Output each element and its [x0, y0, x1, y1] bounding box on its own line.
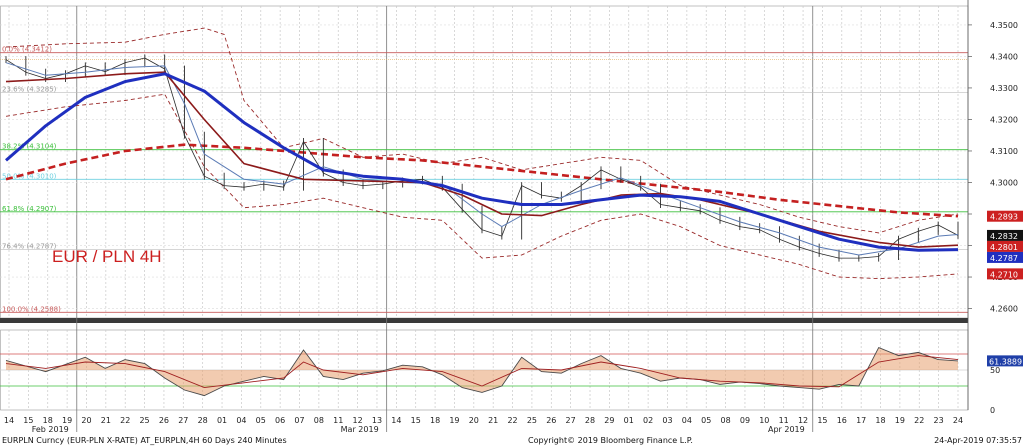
rsi-y-tick-label: 50	[990, 366, 1000, 375]
x-tick-label: 10	[759, 416, 769, 425]
chart-svg: 0.0% (4.3412)23.6% (4.3285)38.2% (4.3104…	[0, 0, 1024, 446]
x-tick-label: 17	[856, 416, 866, 425]
x-tick-label: 03	[662, 416, 672, 425]
y-tick-label: 4.3500	[990, 21, 1018, 30]
chart-annotation: EUR / PLN 4H	[52, 247, 162, 266]
x-tick-label: 27	[178, 416, 188, 425]
x-tick-label: 28	[585, 416, 595, 425]
x-tick-label: 19	[895, 416, 905, 425]
x-tick-label: 21	[488, 416, 498, 425]
x-tick-label: 15	[23, 416, 33, 425]
x-tick-label: 21	[101, 416, 111, 425]
x-tick-label: 19	[449, 416, 459, 425]
x-tick-label: 18	[43, 416, 53, 425]
x-tick-label: 07	[294, 416, 304, 425]
x-tick-label: 20	[81, 416, 91, 425]
last-value-label: 4.2787	[990, 254, 1018, 263]
x-tick-label: 08	[314, 416, 324, 425]
footer-source: EURPLN Curncy (EUR-PLN X-RATE) AT_EURPLN…	[2, 436, 287, 445]
panel-separator	[0, 318, 968, 323]
x-tick-label: 26	[159, 416, 169, 425]
fib-level-label: 61.8% (4.2907)	[2, 205, 57, 213]
x-tick-label: 18	[430, 416, 440, 425]
x-tick-label: 02	[643, 416, 653, 425]
x-tick-label: 26	[546, 416, 556, 425]
x-tick-label: 29	[604, 416, 614, 425]
x-tick-label: 25	[139, 416, 149, 425]
last-value-label: 4.2801	[990, 243, 1018, 252]
x-tick-label: 16	[837, 416, 847, 425]
chart-root: 0.0% (4.3412) 23.6% (4.3285) 38.2% (4.3104…	[0, 0, 1024, 446]
x-tick-label: 23	[934, 416, 944, 425]
rsi-y-tick-label: 0	[990, 406, 995, 415]
month-label: Feb 2019	[32, 425, 69, 434]
x-tick-label: 01	[217, 416, 227, 425]
x-tick-label: 18	[875, 416, 885, 425]
x-tick-label: 14	[391, 416, 401, 425]
x-tick-label: 15	[411, 416, 421, 425]
x-tick-label: 25	[527, 416, 537, 425]
x-tick-label: 20	[469, 416, 479, 425]
fib-level-label: 38.2% (4.3104)	[2, 143, 57, 151]
x-tick-label: 24	[953, 416, 963, 425]
x-tick-label: 22	[507, 416, 517, 425]
x-tick-label: 19	[62, 416, 72, 425]
x-tick-label: 11	[779, 416, 789, 425]
x-tick-label: 22	[120, 416, 130, 425]
x-tick-label: 12	[353, 416, 363, 425]
last-value-label: 4.2832	[990, 232, 1018, 241]
x-tick-label: 01	[624, 416, 634, 425]
x-tick-label: 22	[914, 416, 924, 425]
x-tick-label: 05	[701, 416, 711, 425]
fib-level-label: 100.0% (4.2588)	[2, 305, 61, 313]
footer-timestamp: 24-Apr-2019 07:35:57	[934, 436, 1022, 445]
x-tick-label: 13	[372, 416, 382, 425]
fib-level-label: 76.4% (4.2787)	[2, 243, 57, 251]
x-tick-label: 11	[333, 416, 343, 425]
x-tick-label: 14	[4, 416, 14, 425]
x-tick-label: 04	[682, 416, 692, 425]
x-tick-label: 27	[566, 416, 576, 425]
x-tick-label: 12	[798, 416, 808, 425]
y-tick-label: 4.3300	[990, 84, 1018, 93]
month-label: Apr 2019	[768, 425, 805, 434]
y-tick-label: 4.3100	[990, 147, 1018, 156]
x-tick-label: 08	[720, 416, 730, 425]
y-tick-label: 4.3200	[990, 115, 1018, 124]
x-tick-label: 15	[817, 416, 827, 425]
x-tick-label: 04	[236, 416, 246, 425]
x-tick-label: 09	[740, 416, 750, 425]
page-background	[0, 0, 1024, 446]
y-tick-label: 4.3400	[990, 52, 1018, 61]
x-tick-label: 28	[198, 416, 208, 425]
y-tick-label: 4.3000	[990, 178, 1018, 187]
fib-level-label: 23.6% (4.3285)	[2, 86, 57, 94]
x-tick-label: 06	[275, 416, 285, 425]
footer-copyright: Copyright© 2019 Bloomberg Finance L.P.	[528, 436, 693, 445]
last-value-label: 4.2710	[990, 270, 1018, 279]
month-label: Mar 2019	[341, 425, 379, 434]
last-value-label: 4.2893	[990, 213, 1018, 222]
x-tick-label: 05	[256, 416, 266, 425]
y-tick-label: 4.2600	[990, 305, 1018, 314]
background-layer	[0, 0, 1024, 446]
rsi-last-value-label: 61.3889	[989, 357, 1022, 366]
